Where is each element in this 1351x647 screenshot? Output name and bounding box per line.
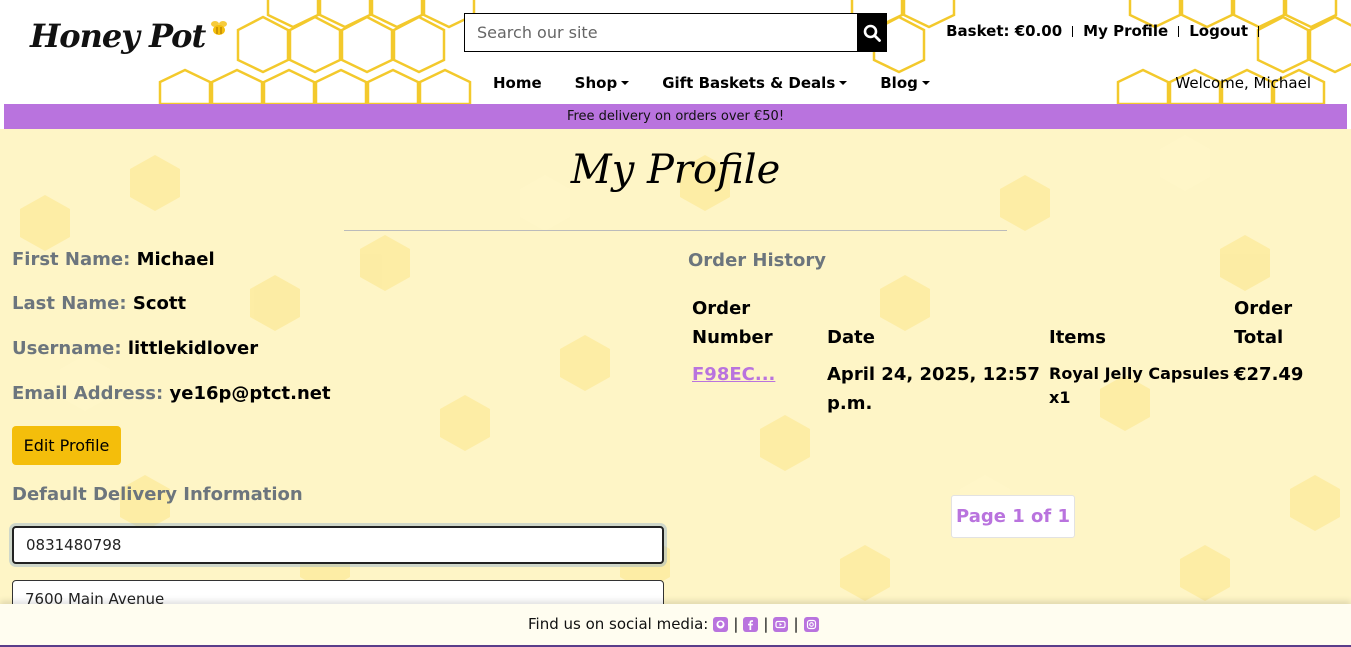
github-icon[interactable] [713, 616, 729, 632]
logout-link[interactable]: Logout [1189, 22, 1248, 40]
nav-home-label: Home [493, 74, 542, 92]
col-order-total: Order Total [1234, 294, 1292, 352]
nav-shop[interactable]: Shop [575, 74, 630, 92]
first-name-field: First Name: Michael [12, 249, 215, 270]
nav-shop-label: Shop [574, 74, 618, 92]
youtube-icon[interactable] [773, 616, 789, 632]
logo-text: Honey Pot [30, 17, 206, 55]
last-name-field: Last Name: Scott [12, 293, 186, 314]
email-label: Email Address: [12, 383, 164, 404]
site-header: Honey Pot Basket: €0.00 My Profile Logou… [0, 0, 1351, 104]
nav-blog[interactable]: Blog [880, 74, 930, 92]
edit-profile-button[interactable]: Edit Profile [12, 426, 121, 465]
col-order-total-line1: Order [1234, 298, 1293, 319]
col-items: Items [1049, 327, 1106, 348]
nav-gift-baskets[interactable]: Gift Baskets & Deals [662, 74, 848, 92]
search-icon [863, 24, 881, 42]
nav-home[interactable]: Home [493, 74, 542, 92]
nav-gift-baskets-label: Gift Baskets & Deals [662, 74, 836, 92]
site-logo[interactable]: Honey Pot [30, 6, 229, 66]
email-field: Email Address: ye16p@ptct.net [12, 383, 331, 404]
order-items-line2: x1 [1049, 388, 1071, 407]
divider [1258, 25, 1259, 37]
delivery-info-heading: Default Delivery Information [12, 484, 303, 505]
divider: | [733, 615, 739, 633]
profile-page: My Profile First Name: Michael Last Name… [0, 129, 1351, 647]
caret-down-icon [621, 81, 630, 85]
search-input[interactable] [464, 13, 857, 52]
order-date: April 24, 2025, 12:57 p.m. [827, 360, 1040, 418]
username-value: littlekidlover [127, 338, 259, 359]
nav-blog-label: Blog [880, 74, 918, 92]
col-order-total-line2: Total [1234, 327, 1284, 348]
instagram-icon[interactable] [803, 616, 819, 632]
main-nav: Home Shop Gift Baskets & Deals Blog [493, 74, 963, 92]
email-value: ye16p@ptct.net [169, 383, 331, 404]
col-order-number-line1: Order [692, 298, 751, 319]
order-items: Royal Jelly Capsules x1 [1049, 362, 1229, 410]
order-number-link[interactable]: F98EC... [692, 360, 775, 389]
site-footer: Find us on social media: | | | [0, 604, 1351, 647]
account-links: Basket: €0.00 My Profile Logout [946, 22, 1269, 40]
phone-number-input[interactable] [12, 526, 664, 564]
promo-banner: Free delivery on orders over €50! [4, 104, 1347, 129]
social-links: Find us on social media: | | | [528, 615, 819, 633]
last-name-label: Last Name: [12, 293, 127, 314]
divider: | [793, 615, 799, 633]
first-name-value: Michael [136, 249, 215, 270]
title-divider [344, 230, 1007, 231]
order-date-line1: April 24, 2025, 12:57 [827, 364, 1040, 385]
search-bar [464, 13, 887, 52]
username-field: Username: littlekidlover [12, 338, 258, 359]
col-order-number-line2: Number [692, 327, 773, 348]
promo-text: Free delivery on orders over €50! [566, 109, 785, 124]
username-label: Username: [12, 338, 122, 359]
page-title: My Profile [570, 147, 781, 193]
caret-down-icon [839, 81, 848, 85]
pagination-indicator: Page 1 of 1 [951, 495, 1075, 538]
basket-link[interactable]: Basket: €0.00 [946, 22, 1062, 40]
order-total: €27.49 [1234, 364, 1304, 385]
order-date-line2: p.m. [827, 393, 873, 414]
divider [1072, 25, 1074, 37]
first-name-label: First Name: [12, 249, 131, 270]
order-items-line1: Royal Jelly Capsules [1049, 364, 1230, 383]
search-button[interactable] [857, 13, 887, 52]
my-profile-link[interactable]: My Profile [1083, 22, 1168, 40]
col-order-number: Order Number [692, 294, 773, 352]
order-history-heading: Order History [688, 250, 826, 271]
last-name-value: Scott [132, 293, 187, 314]
facebook-icon[interactable] [743, 616, 759, 632]
welcome-message: Welcome, Michael [1175, 74, 1311, 92]
divider: | [763, 615, 769, 633]
social-label: Find us on social media: [528, 615, 709, 633]
caret-down-icon [921, 81, 930, 85]
col-date: Date [827, 327, 875, 348]
divider [1178, 25, 1180, 37]
bee-icon [209, 19, 229, 41]
